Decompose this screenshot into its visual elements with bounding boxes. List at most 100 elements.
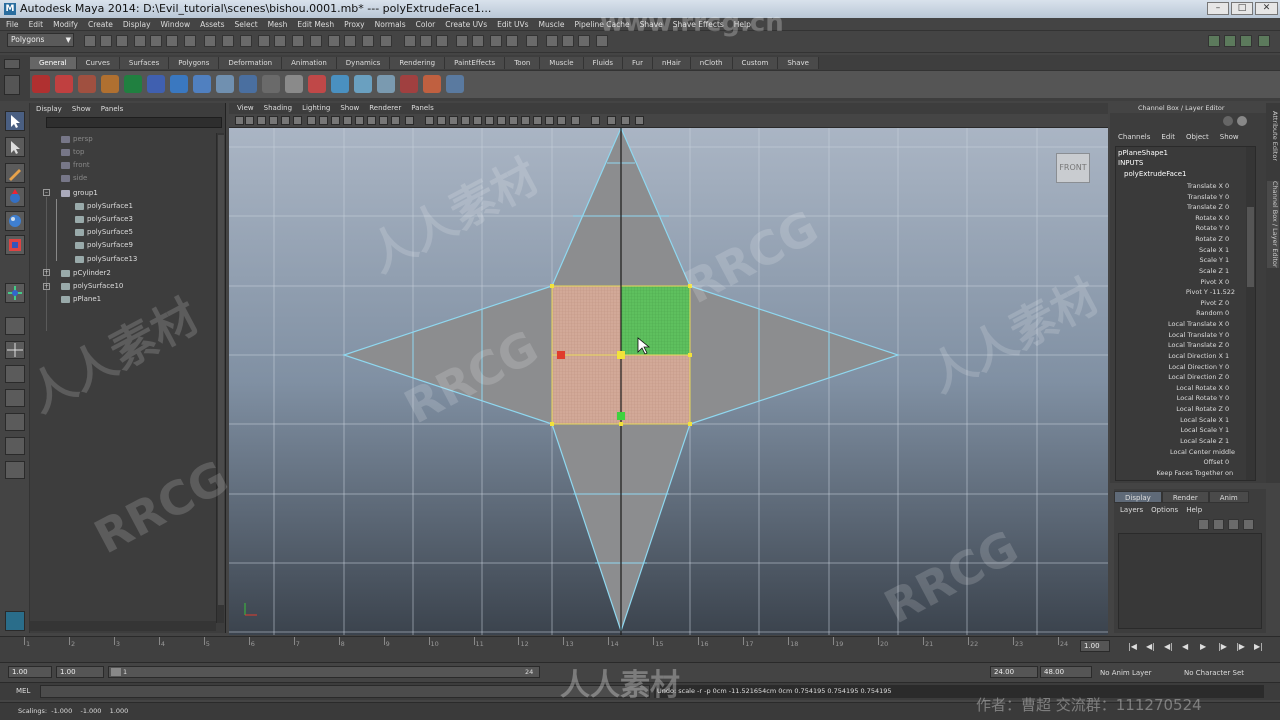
shelf-tool-icon[interactable] (55, 75, 73, 93)
outliner-menu-display[interactable]: Display (36, 103, 62, 115)
channel-attr-row[interactable]: Local Rotate Z0 (1176, 404, 1235, 415)
channel-attr-row[interactable]: Pivot Z0 (1201, 298, 1235, 309)
menu-pipeline-cache[interactable]: Pipeline Cache (575, 18, 630, 30)
graph-layout-icon[interactable] (5, 389, 25, 407)
viewport-menu-show[interactable]: Show (340, 103, 359, 114)
step-forward-frame-icon[interactable]: |▶ (1218, 642, 1232, 654)
channel-attr-row[interactable]: Rotate X0 (1195, 213, 1235, 224)
close-button[interactable]: ✕ (1255, 2, 1278, 15)
menu-set-selector[interactable]: Polygons ▼ (7, 33, 74, 47)
uv-layout-icon[interactable] (5, 437, 25, 455)
viewport-tool-icon[interactable] (391, 116, 400, 125)
channel-attr-value[interactable]: 0 (1225, 298, 1235, 309)
channel-box-menu-channels[interactable]: Channels (1118, 131, 1150, 143)
shelf-tab-painteffects[interactable]: PaintEffects (445, 57, 506, 69)
channel-attr-value[interactable]: 0 (1225, 234, 1235, 245)
channel-attr-row[interactable]: Pivot X0 (1201, 277, 1235, 288)
status-tool-icon[interactable] (436, 35, 448, 47)
viewport-tool-icon[interactable] (367, 116, 376, 125)
viewport-tool-icon[interactable] (461, 116, 470, 125)
menu-color[interactable]: Color (416, 18, 436, 30)
outliner-item-polysurface13[interactable]: polySurface13 (87, 255, 137, 264)
shelf-tab-nhair[interactable]: nHair (652, 57, 691, 69)
layer-menu-help[interactable]: Help (1186, 505, 1202, 516)
channel-attr-row[interactable]: Rotate Z0 (1195, 234, 1235, 245)
viewport-tool-icon[interactable] (319, 116, 328, 125)
viewport-tool-icon[interactable] (557, 116, 566, 125)
channel-attr-value[interactable]: 1 (1225, 436, 1235, 447)
status-tool-icon[interactable] (526, 35, 538, 47)
channel-attr-row[interactable]: Local Center middle (1170, 447, 1235, 458)
status-tool-icon[interactable] (456, 35, 468, 47)
channel-attr-row[interactable]: Local Scale X1 (1180, 415, 1235, 426)
channel-attr-row[interactable]: Local Rotate X0 (1176, 383, 1235, 394)
go-to-start-icon[interactable]: |◀ (1128, 642, 1142, 654)
channel-attr-value[interactable]: 0 (1225, 319, 1235, 330)
status-tool-icon[interactable] (116, 35, 128, 47)
menu-shave-effects[interactable]: Shave Effects (673, 18, 724, 30)
channel-box-scrollbar[interactable] (1246, 147, 1255, 480)
viewport-tool-icon[interactable] (293, 116, 302, 125)
lasso-tool-icon[interactable] (5, 137, 25, 157)
shelf-tool-icon[interactable] (124, 75, 142, 93)
expand-icon[interactable]: + (43, 269, 50, 276)
channel-box-object-name[interactable]: pPlaneShape1 (1118, 148, 1168, 158)
menu-mesh[interactable]: Mesh (268, 18, 288, 30)
scale-tool-icon[interactable] (5, 235, 25, 255)
outliner-layout-icon[interactable] (5, 365, 25, 383)
maximize-button[interactable]: □ (1231, 2, 1253, 15)
viewport-tool-icon[interactable] (405, 116, 414, 125)
shelf-tab-animation[interactable]: Animation (282, 57, 337, 69)
layer-editor-toggle-icon[interactable] (1237, 116, 1247, 126)
channel-attr-value[interactable]: 0 (1225, 340, 1235, 351)
outliner-search-field[interactable] (46, 117, 222, 128)
shelf-tool-icon[interactable] (400, 75, 418, 93)
viewport-tool-icon[interactable] (425, 116, 434, 125)
viewport-tool-icon[interactable] (379, 116, 388, 125)
channel-attr-value[interactable]: 0 (1225, 404, 1235, 415)
channel-attr-row[interactable]: Translate X0 (1187, 181, 1235, 192)
shelf-tab-curves[interactable]: Curves (76, 57, 120, 69)
outliner-scrollbar[interactable] (216, 133, 224, 623)
status-tool-icon[interactable] (100, 35, 112, 47)
status-tool-icon[interactable] (292, 35, 304, 47)
command-input[interactable] (40, 685, 650, 698)
channel-attr-row[interactable]: Rotate Y0 (1196, 223, 1235, 234)
channel-attr-row[interactable]: Local Scale Y1 (1181, 425, 1235, 436)
outliner-hscrollbar[interactable] (30, 621, 216, 631)
menu-edit-uvs[interactable]: Edit UVs (497, 18, 528, 30)
viewport-tool-icon[interactable] (245, 116, 254, 125)
shelf-tool-icon[interactable] (285, 75, 303, 93)
shelf-tool-icon[interactable] (32, 75, 50, 93)
channel-attr-value[interactable]: 0 (1225, 362, 1235, 373)
viewport-menu-view[interactable]: View (237, 103, 254, 114)
menu-help[interactable]: Help (734, 18, 751, 30)
start-time-field[interactable]: 1.00 (8, 666, 52, 678)
status-tool-icon[interactable] (166, 35, 178, 47)
channel-attr-row[interactable]: Pivot Y -11.522 (1186, 287, 1235, 298)
layer-tab-render[interactable]: Render (1161, 491, 1209, 503)
outliner-item-polysurface9[interactable]: polySurface9 (87, 241, 133, 250)
channel-attr-value[interactable]: 0 (1225, 213, 1235, 224)
shelf-tab-deformation[interactable]: Deformation (219, 57, 283, 69)
panel-toggle-icon[interactable] (1208, 35, 1220, 47)
status-tool-icon[interactable] (404, 35, 416, 47)
status-tool-icon[interactable] (150, 35, 162, 47)
shelf-tool-icon[interactable] (239, 75, 257, 93)
channel-box-scroll-thumb[interactable] (1247, 207, 1254, 287)
channel-box-menu-object[interactable]: Object (1186, 131, 1209, 143)
menu-display[interactable]: Display (123, 18, 151, 30)
status-tool-icon[interactable] (310, 35, 322, 47)
channel-box-menu-show[interactable]: Show (1220, 131, 1239, 143)
viewport-panel[interactable]: View Shading Lighting Show Renderer Pane… (229, 103, 1108, 635)
status-tool-icon[interactable] (490, 35, 502, 47)
viewport-tool-icon[interactable] (571, 116, 580, 125)
shelf-tool-icon[interactable] (147, 75, 165, 93)
move-up-layer-icon[interactable] (1228, 519, 1239, 530)
status-tool-icon[interactable] (472, 35, 484, 47)
status-tool-icon[interactable] (134, 35, 146, 47)
shelf-tab-general[interactable]: General (30, 57, 77, 69)
menu-assets[interactable]: Assets (200, 18, 224, 30)
channel-attr-value[interactable]: -11.522 (1210, 287, 1235, 298)
shelf-tool-icon[interactable] (193, 75, 211, 93)
